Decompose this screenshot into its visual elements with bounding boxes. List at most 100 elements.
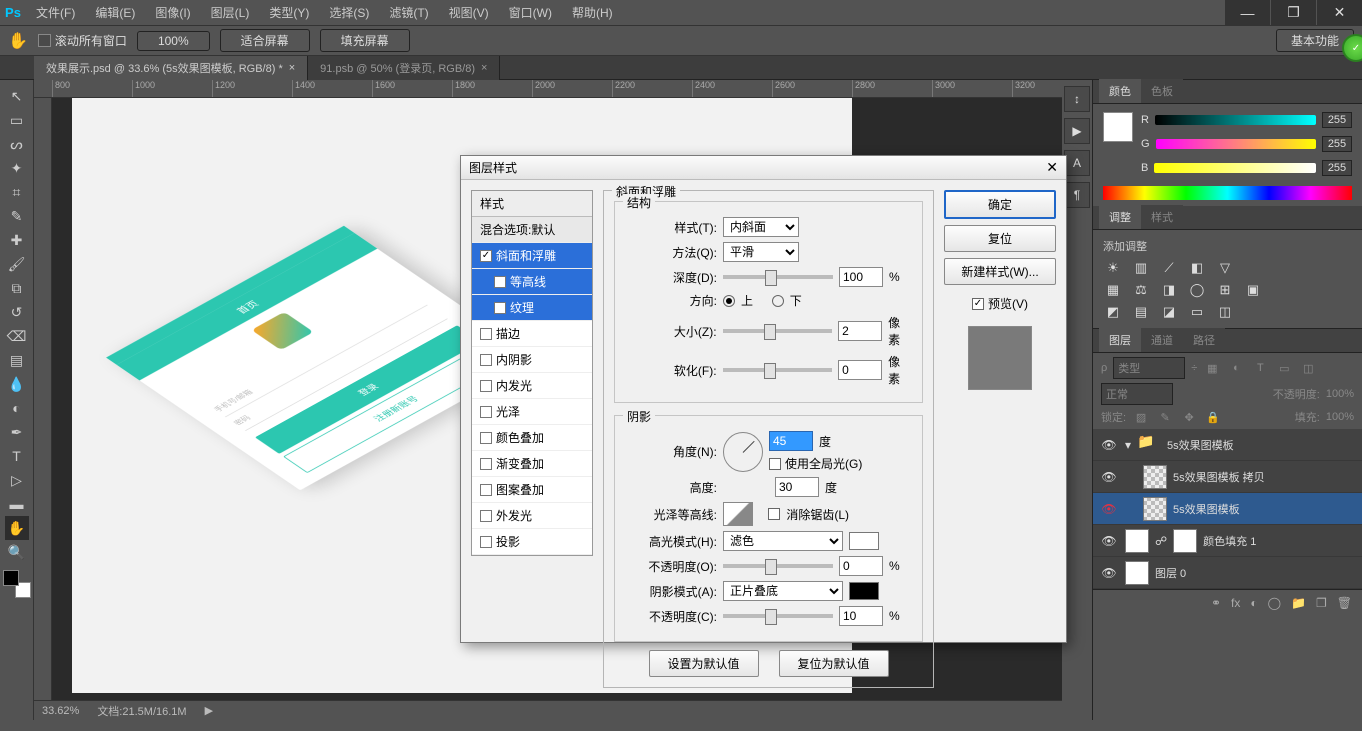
vibrance-icon[interactable]: ▽ [1215,260,1235,276]
zoom-100-button[interactable]: 100% [137,31,210,51]
visibility-icon[interactable]: 👁 [1099,470,1119,484]
lasso-tool[interactable]: ᔕ [5,132,29,156]
soften-input[interactable] [838,360,882,380]
hue-icon[interactable]: ▦ [1103,282,1123,298]
brush-tool[interactable]: 🖌 [5,252,29,276]
fill-value[interactable]: 100% [1326,411,1354,423]
filter-type-icon[interactable]: T [1251,360,1269,376]
exposure-icon[interactable]: ◧ [1187,260,1207,276]
style-inner-shadow[interactable]: 内阴影 [472,347,592,373]
filter-image-icon[interactable]: ▦ [1203,360,1221,376]
checkbox-icon[interactable] [480,536,492,548]
shape-tool[interactable]: ▬ [5,492,29,516]
style-inner-glow[interactable]: 内发光 [472,373,592,399]
style-stroke[interactable]: 描边 [472,321,592,347]
type-tool[interactable]: T [5,444,29,468]
checkbox-icon[interactable] [480,380,492,392]
dialog-close-icon[interactable]: ✕ [1046,159,1058,176]
color-tab[interactable]: 颜色 [1099,79,1141,103]
shadow-mode-select[interactable]: 正片叠底 [723,581,843,601]
selective-icon[interactable]: ◫ [1215,304,1235,320]
wand-tool[interactable]: ✦ [5,156,29,180]
visibility-icon[interactable]: 👁 [1099,566,1119,580]
dodge-tool[interactable]: ◐ [5,396,29,420]
global-light-checkbox[interactable] [769,458,781,470]
close-button[interactable]: ✕ [1317,0,1362,26]
opacity-value[interactable]: 100% [1326,388,1354,400]
layer-row[interactable]: 👁5s效果图模板 拷贝 [1093,461,1362,493]
soften-slider[interactable] [723,368,833,372]
menu-select[interactable]: 选择(S) [319,4,379,21]
zoom-value[interactable]: 33.62% [42,705,79,717]
style-color-overlay[interactable]: 颜色叠加 [472,425,592,451]
layer-row[interactable]: 👁5s效果图模板 [1093,493,1362,525]
bevel-style-select[interactable]: 内斜面 [723,217,799,237]
menu-edit[interactable]: 编辑(E) [85,4,145,21]
blur-tool[interactable]: 💧 [5,372,29,396]
crop-tool[interactable]: ⌗ [5,180,29,204]
brightness-icon[interactable]: ☀ [1103,260,1123,276]
checkbox-icon[interactable] [480,458,492,470]
lock-pixels-icon[interactable]: ✎ [1156,409,1174,425]
style-gradient-overlay[interactable]: 渐变叠加 [472,451,592,477]
fx-icon[interactable]: fx [1231,596,1240,610]
adjust-layer-icon[interactable]: ◯ [1268,596,1281,610]
layer-row[interactable]: 👁图层 0 [1093,557,1362,589]
threshold-icon[interactable]: ◪ [1159,304,1179,320]
filter-adjust-icon[interactable]: ◐ [1227,360,1245,376]
shadow-opacity-slider[interactable] [723,614,833,618]
mixer-icon[interactable]: ⊞ [1215,282,1235,298]
dialog-titlebar[interactable]: 图层样式 ✕ [461,156,1066,180]
style-contour[interactable]: 等高线 [472,269,592,295]
chevron-down-icon[interactable]: ▾ [1125,438,1131,452]
angle-input[interactable] [769,431,813,451]
color-spectrum[interactable] [1103,186,1352,200]
lock-pos-icon[interactable]: ✥ [1180,409,1198,425]
checkbox-icon[interactable] [494,276,506,288]
style-drop-shadow[interactable]: 投影 [472,529,592,555]
blend-mode-select[interactable]: 正常 [1101,383,1173,405]
menu-view[interactable]: 视图(V) [439,4,499,21]
g-slider[interactable] [1156,139,1316,149]
r-slider[interactable] [1155,115,1316,125]
heal-tool[interactable]: ✚ [5,228,29,252]
checkbox-icon[interactable] [494,302,506,314]
minimize-button[interactable]: — [1225,0,1270,26]
menu-filter[interactable]: 滤镜(T) [379,4,438,21]
style-pattern-overlay[interactable]: 图案叠加 [472,477,592,503]
style-satin[interactable]: 光泽 [472,399,592,425]
posterize-icon[interactable]: ▤ [1131,304,1151,320]
actions-panel-icon[interactable]: ▶ [1064,118,1090,144]
filter-shape-icon[interactable]: ▭ [1275,360,1293,376]
layer-row[interactable]: 👁▾📁5s效果图模板 [1093,429,1362,461]
close-icon[interactable]: × [481,62,487,74]
visibility-icon[interactable]: 👁 [1099,534,1119,548]
color-swatch[interactable] [1103,112,1133,142]
mask-icon[interactable]: ◐ [1250,596,1257,610]
doc-tab-1[interactable]: 效果展示.psd @ 33.6% (5s效果图模板, RGB/8) *× [34,56,308,80]
technique-select[interactable]: 平滑 [723,242,799,262]
shadow-opacity-input[interactable] [839,606,883,626]
char-panel-icon[interactable]: A [1064,150,1090,176]
checkbox-icon[interactable] [480,250,492,262]
checkbox-icon[interactable] [480,510,492,522]
gloss-contour-picker[interactable] [723,502,753,526]
fit-screen-button[interactable]: 适合屏幕 [220,29,310,52]
maximize-button[interactable]: ❐ [1271,0,1316,26]
doc-tab-2[interactable]: 91.psb @ 50% (登录页, RGB/8)× [308,56,500,80]
lookup-icon[interactable]: ▣ [1243,282,1263,298]
checkbox-icon[interactable] [480,484,492,496]
shadow-color-swatch[interactable] [849,582,879,600]
levels-icon[interactable]: ▥ [1131,260,1151,276]
layer-row[interactable]: 👁☍颜色填充 1 [1093,525,1362,557]
checkbox-icon[interactable] [480,354,492,366]
b-slider[interactable] [1154,163,1316,173]
styles-header[interactable]: 样式 [472,191,592,217]
angle-dial[interactable] [723,432,763,472]
checkbox-icon[interactable] [480,328,492,340]
hand-tool[interactable]: ✋ [5,516,29,540]
menu-layer[interactable]: 图层(L) [201,4,260,21]
history-brush-tool[interactable]: ↺ [5,300,29,324]
curves-icon[interactable]: ⟋ [1159,260,1179,276]
checkbox-icon[interactable] [480,432,492,444]
